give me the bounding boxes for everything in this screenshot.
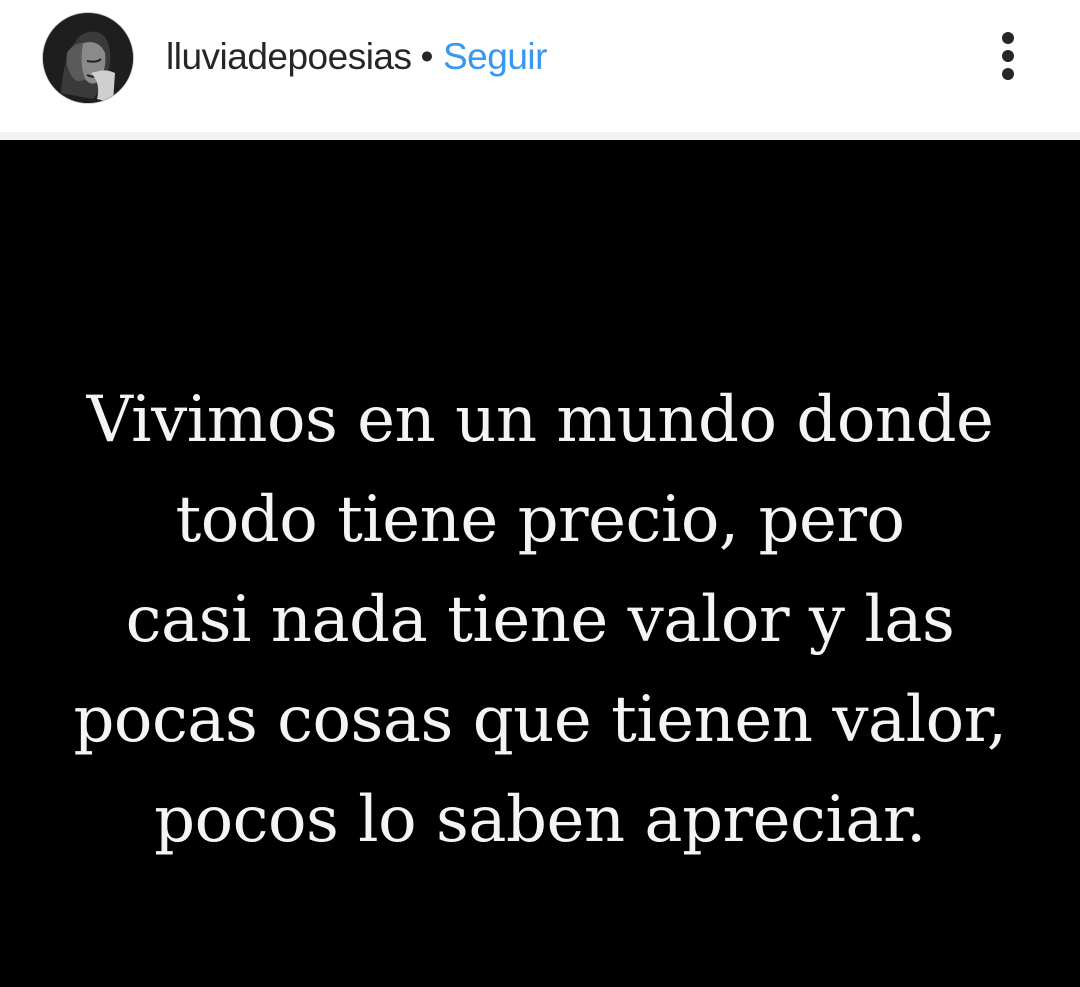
separator-dot: • [420,36,434,77]
quote-line: todo tiene precio, pero [175,483,905,557]
post-header: lluviadepoesias • Seguir [0,0,1080,133]
more-dot-middle [1002,50,1014,62]
more-dot-top [1002,32,1014,44]
quote-line: pocas cosas que tienen valor, [73,683,1007,757]
quote-line: casi nada tiene valor y las [125,583,955,657]
quote-text: Vivimos en un mundo donde todo tiene pre… [0,370,1080,870]
post-image[interactable]: Vivimos en un mundo donde todo tiene pre… [0,140,1080,987]
username-link[interactable]: lluviadepoesias [166,36,412,78]
follow-button[interactable]: Seguir [443,36,547,78]
header-divider [0,132,1080,140]
avatar-image [43,13,133,103]
quote-line: pocos lo saben apreciar. [154,783,926,857]
quote-line: Vivimos en un mundo donde [86,383,994,457]
more-options-icon[interactable] [988,28,1028,84]
profile-avatar[interactable] [42,12,134,104]
header-account-line: lluviadepoesias • Seguir [166,33,547,81]
more-dot-bottom [1002,68,1014,80]
